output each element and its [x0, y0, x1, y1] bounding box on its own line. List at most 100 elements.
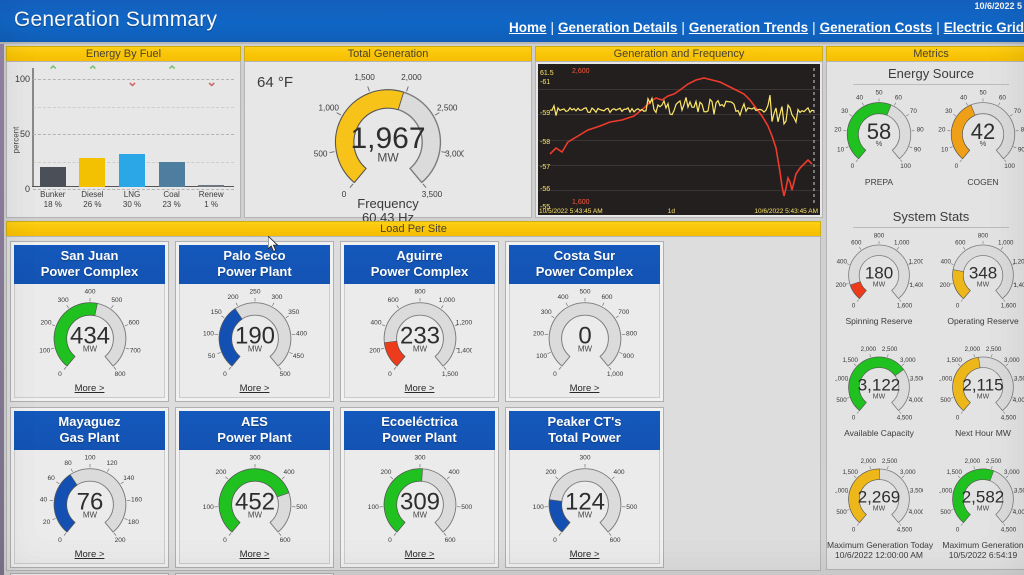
site-card-palo-seco[interactable]: Palo Seco Power Plant 0 50 100 150 200 250 300 35… — [175, 241, 334, 402]
site-card-more-link[interactable]: More > — [570, 383, 600, 394]
gauge-tick-label: 50 — [979, 90, 987, 97]
site-card-title-line1: Mayaguez — [58, 414, 121, 429]
gauge-tick-mark — [965, 102, 968, 106]
nav-link-generation-trends[interactable]: Generation Trends — [689, 20, 808, 35]
site-card-more-link[interactable]: More > — [75, 383, 105, 394]
site-card-title: Peaker CT's Total Power — [509, 411, 660, 450]
gauge-tick-label: 0 — [956, 414, 960, 421]
gauge-value-arc — [53, 474, 77, 533]
gauge-tick-mark — [901, 475, 905, 478]
gauge-tick-label: 800 — [874, 232, 885, 239]
nav-link-generation-details[interactable]: Generation Details — [558, 20, 677, 35]
nav-separator: | — [681, 20, 685, 35]
gauge-tick-label: 50 — [207, 353, 215, 360]
gauge-tick-label: 500 — [836, 397, 847, 404]
nav-link-home[interactable]: Home — [509, 20, 547, 35]
gauge-tick-label: 600 — [128, 319, 139, 326]
gauge-tick-mark — [558, 366, 561, 370]
gauge-tick-label: 1,500 — [842, 469, 858, 476]
site-card-more-link[interactable]: More > — [75, 549, 105, 560]
gauge-tick-label: 600 — [851, 240, 862, 247]
site-card-more-link[interactable]: More > — [405, 383, 435, 394]
site-card-aguirre[interactable]: Aguirre Power Complex 0 200 400 600 800 1,000 1,… — [340, 241, 499, 402]
site-card-san-juan[interactable]: San Juan Power Complex 0 100 200 300 400 500 600… — [10, 241, 169, 402]
metric-gauge-operating-reserve: 0 200 400 600 800 1,000 1,200 1,400 1,600 348MW Op… — [931, 230, 1024, 326]
metric-caption: Maximum Generation Today — [827, 540, 934, 550]
gauge-unit-text: MW — [82, 345, 97, 354]
gauge-svg-cogen: 010203040506070809010042% — [938, 90, 1024, 170]
gauge-tick-label: 500 — [461, 504, 472, 511]
bar-label-group: Renew 1 % — [199, 190, 224, 210]
metrics-section-system-stats: System Stats — [892, 209, 970, 224]
gauge-tick-mark — [349, 183, 354, 188]
gauge-tick-label: 0 — [223, 537, 227, 544]
gauge-tick-label: 0 — [852, 414, 856, 421]
gauge-tick-mark — [949, 283, 953, 285]
gauge-tick-label: 100 — [1004, 163, 1015, 170]
gauge-tick-label: 0 — [851, 163, 855, 170]
gauge-tick-mark — [869, 354, 871, 358]
gauge-tick-label: 450 — [292, 353, 303, 360]
gauge-tick-label: 10 — [837, 147, 845, 154]
gauge-tick-label: 1,600 — [1001, 302, 1017, 309]
gauge-tick-label: 4,500 — [897, 526, 913, 533]
gauge-tick-label: 100 — [900, 163, 911, 170]
gauge-tick-mark — [235, 302, 238, 306]
generation-frequency-trend-chart[interactable]: 61.5 -61 -59 -58 -57 -56 -55 2,600 1,600 10/5/202… — [538, 64, 820, 215]
nav-link-electric-grid[interactable]: Electric Grid — [944, 20, 1024, 35]
gauge-tick-label: 1,000 — [998, 240, 1014, 247]
site-card-title-line1: Costa Sur — [553, 248, 616, 263]
gauge-tick-mark — [440, 305, 444, 309]
dashboard-root: Generation Summary 10/6/2022 5 Home | Gene… — [0, 0, 1024, 575]
gauge-tick-label: 3,500 — [1014, 488, 1024, 495]
site-card-costa-sur[interactable]: Costa Sur Power Complex 0 100 200 300 400 500 60… — [505, 241, 664, 402]
gauge-tick-label: 400 — [941, 258, 952, 265]
gauge-tick-label: 4,500 — [897, 414, 913, 421]
gauge-svg-ecoel-ctrica: 0100200300400500600309MW — [368, 455, 472, 545]
gauge-tick-label: 800 — [626, 330, 637, 337]
site-card-more-link[interactable]: More > — [570, 549, 600, 560]
gauge-tick-label: 100 — [203, 504, 214, 511]
gauge-value-arc — [849, 281, 867, 299]
metric-timestamp: 10/5/2022 6:54:19 — [948, 550, 1018, 560]
gauge-tick-label: 3,000 — [900, 357, 916, 364]
site-card-title: Costa Sur Power Complex — [509, 245, 660, 284]
gauge-tick-label: 200 — [533, 330, 544, 337]
site-card-mayaguez[interactable]: Mayaguez Gas Plant 0 20 40 60 80 100 120 140 160 18… — [10, 407, 169, 568]
gauge-tick-mark — [957, 475, 961, 478]
gauge-svg-next-hour-mw: 0 500 1,000 1,5002,000 2,5003,000 3,500 4,000 4… — [939, 346, 1024, 421]
gauge-tick-mark — [887, 354, 889, 358]
gauge-tick-label: 200 — [545, 469, 556, 476]
site-card-gauge-area: 0 20 40 60 80 100 120 140 160 180 200 76 MW More > — [14, 450, 165, 564]
site-card-more-link[interactable]: More > — [240, 383, 270, 394]
site-card-more-link[interactable]: More > — [405, 549, 435, 560]
gauge-tick-label: 1,000 — [835, 376, 849, 383]
site-card-peaker-ct-s[interactable]: Peaker CT's Total Power 0 100 200 300 400 500 60… — [505, 407, 664, 568]
divider — [853, 227, 1009, 228]
panel-title-total-generation: Total Generation — [244, 46, 532, 61]
gauge-tick-mark — [113, 366, 116, 370]
gauge-tick-label: 90 — [1018, 147, 1024, 154]
gauge-tick-label: 3,000 — [445, 149, 464, 158]
gauge-tick-mark — [853, 363, 857, 366]
site-card-aes[interactable]: AES Power Plant 0 100 200 300 400 500 600 452 MW Mo… — [175, 407, 334, 568]
gauge-tick-label: 300 — [579, 455, 590, 462]
gauge-tick-label: 50 — [875, 90, 883, 97]
gauge-tick-label: 60 — [999, 95, 1007, 102]
gauge-tick-label: 600 — [387, 297, 398, 304]
gauge-tick-mark — [446, 476, 450, 480]
gauge-tick-mark — [65, 305, 69, 309]
site-card-ecoel-ctrica[interactable]: Ecoeléctrica Power Plant 0 100 200 300 400 500 6… — [340, 407, 499, 568]
site-card-more-link[interactable]: More > — [240, 549, 270, 560]
gauge-tick-mark — [856, 523, 860, 526]
bar-value-label: 23 % — [162, 200, 181, 209]
nav-link-generation-costs[interactable]: Generation Costs — [820, 20, 933, 35]
gauge-tick-mark — [898, 411, 902, 414]
gauge-unit-text: MW — [247, 345, 262, 354]
gauge-svg-aguirre: 02004006008001,0001,2001,4001,500233MW — [369, 289, 472, 379]
gauge-tick-mark — [950, 509, 954, 511]
gauge-tick-label: 3,000 — [900, 469, 916, 476]
gauge-tick-label: 2,000 — [861, 346, 877, 353]
site-card-title: AES Power Plant — [179, 411, 330, 450]
gauge-tick-label: 600 — [444, 537, 455, 544]
